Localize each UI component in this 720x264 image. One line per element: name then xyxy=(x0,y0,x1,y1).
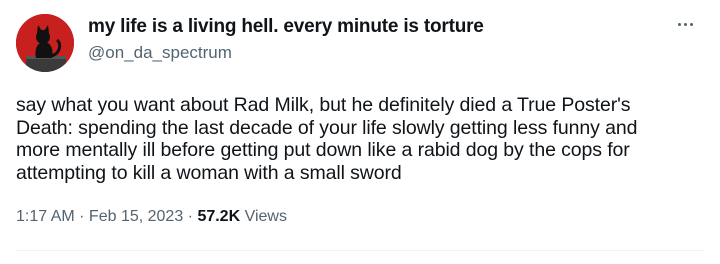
dot xyxy=(677,22,681,26)
black-cat-avatar-icon xyxy=(16,14,74,72)
views-count[interactable]: 57.2K xyxy=(197,208,240,225)
dot xyxy=(689,22,693,26)
dot xyxy=(683,22,687,26)
tweet-time[interactable]: 1:17 AM xyxy=(16,208,75,225)
user-handle[interactable]: @on_da_spectrum xyxy=(88,43,232,63)
tweet-text-line: say what you want about Rad Milk, but he… xyxy=(16,94,631,116)
tweet: my life is a living hell. every minute i… xyxy=(0,0,720,264)
tweet-text-line: attempting to kill a woman with a small … xyxy=(16,161,402,184)
more-options-icon[interactable] xyxy=(670,12,700,36)
tweet-date[interactable]: Feb 15, 2023 xyxy=(89,208,183,225)
meta-separator: · xyxy=(74,208,89,225)
tweet-text-line: Death: spending the last decade of your … xyxy=(16,116,638,139)
tweet-text-line: more mentally ill before getting put dow… xyxy=(16,139,630,161)
tweet-text: say what you want about Rad Milk, but he… xyxy=(16,94,716,184)
avatar[interactable] xyxy=(16,14,74,72)
tweet-meta: 1:17 AM · Feb 15, 2023 · 57.2K Views xyxy=(16,208,287,226)
meta-separator: · xyxy=(183,208,198,225)
views-label: Views xyxy=(240,208,287,225)
display-name[interactable]: my life is a living hell. every minute i… xyxy=(88,16,484,38)
divider xyxy=(16,250,704,251)
